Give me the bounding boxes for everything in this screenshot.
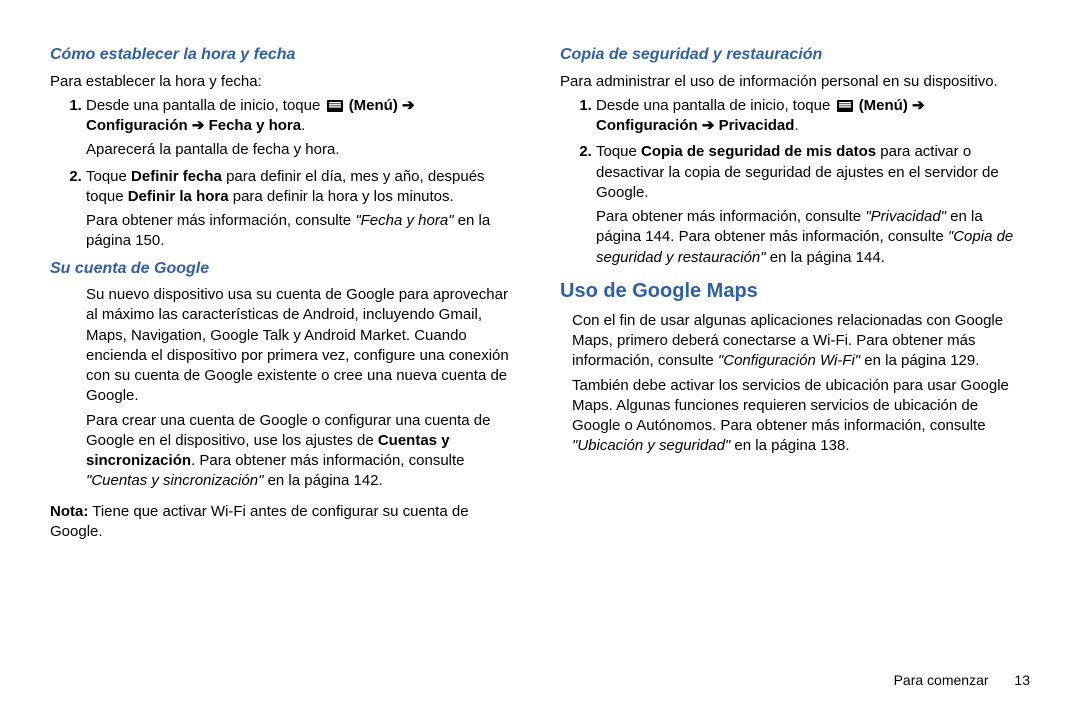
b2s-e: en la página 144. [766, 249, 885, 266]
g2-e: en la página 142. [263, 472, 382, 489]
heading-backup: Copia de seguridad y restauración [560, 44, 1030, 66]
m2-link: "Ubicación y seguridad" [572, 437, 730, 454]
time-steps-list: Desde una pantalla de inicio, toque (Men… [50, 96, 520, 252]
time-step-1: Desde una pantalla de inicio, toque (Men… [86, 96, 520, 161]
b2-sub: Para obtener más información, consulte "… [596, 207, 1030, 268]
step2-sub: Para obtener más información, consulte "… [86, 211, 520, 252]
b1-a: Desde una pantalla de inicio, toque [596, 97, 835, 114]
columns: Cómo establecer la hora y fecha Para est… [50, 40, 1030, 661]
google-p2: Para crear una cuenta de Google o config… [50, 411, 520, 492]
heading-time-date: Cómo establecer la hora y fecha [50, 44, 520, 66]
maps-p1: Con el fin de usar algunas aplicaciones … [560, 311, 1030, 372]
backup-step-1: Desde una pantalla de inicio, toque (Men… [596, 96, 1030, 137]
b2s-link1: "Privacidad" [865, 208, 946, 225]
footer: Para comenzar 13 [50, 661, 1030, 690]
footer-page-number: 13 [1014, 671, 1030, 690]
note-label: Nota: [50, 503, 88, 520]
maps-p2: También debe activar los servicios de ub… [560, 376, 1030, 457]
page: Cómo establecer la hora y fecha Para est… [0, 0, 1080, 720]
step2-b: Definir fecha [131, 168, 222, 185]
heading-google-account: Su cuenta de Google [50, 258, 520, 280]
step2-a: Toque [86, 168, 131, 185]
heading-google-maps: Uso de Google Maps [560, 278, 1030, 305]
m2-a: También debe activar los servicios de ub… [572, 377, 1009, 435]
b1-c: . [794, 117, 798, 134]
step1-sub: Aparecerá la pantalla de fecha y hora. [86, 140, 520, 160]
menu-icon [327, 100, 343, 112]
google-p1: Su nuevo dispositivo usa su cuenta de Go… [50, 285, 520, 407]
step2-sub-a: Para obtener más información, consulte [86, 212, 355, 229]
m1-link: "Configuración Wi-Fi" [718, 352, 860, 369]
step1-text-c: . [301, 117, 305, 134]
left-column: Cómo establecer la hora y fecha Para est… [50, 40, 520, 661]
b2-b: Copia de seguridad de mis datos [641, 143, 876, 160]
g2-link: "Cuentas y sincronización" [86, 472, 263, 489]
note: Nota: Tiene que activar Wi-Fi antes de c… [50, 502, 520, 543]
step2-sub-link: "Fecha y hora" [355, 212, 453, 229]
menu-icon [837, 100, 853, 112]
backup-step-2: Toque Copia de seguridad de mis datos pa… [596, 142, 1030, 268]
time-intro: Para establecer la hora y fecha: [50, 72, 520, 92]
backup-intro: Para administrar el uso de información p… [560, 72, 1030, 92]
footer-section: Para comenzar [894, 672, 989, 688]
g2-c: . Para obtener más información, consulte [191, 452, 464, 469]
step2-e: para definir la hora y los minutos. [229, 188, 454, 205]
m1-c: en la página 129. [860, 352, 979, 369]
backup-steps-list: Desde una pantalla de inicio, toque (Men… [560, 96, 1030, 268]
note-body: Tiene que activar Wi-Fi antes de configu… [50, 503, 469, 540]
right-column: Copia de seguridad y restauración Para a… [560, 40, 1030, 661]
time-step-2: Toque Definir fecha para definir el día,… [86, 167, 520, 252]
b2s-a: Para obtener más información, consulte [596, 208, 865, 225]
step2-d: Definir la hora [128, 188, 229, 205]
step1-text-a: Desde una pantalla de inicio, toque [86, 97, 325, 114]
m2-c: en la página 138. [730, 437, 849, 454]
b2-a: Toque [596, 143, 641, 160]
